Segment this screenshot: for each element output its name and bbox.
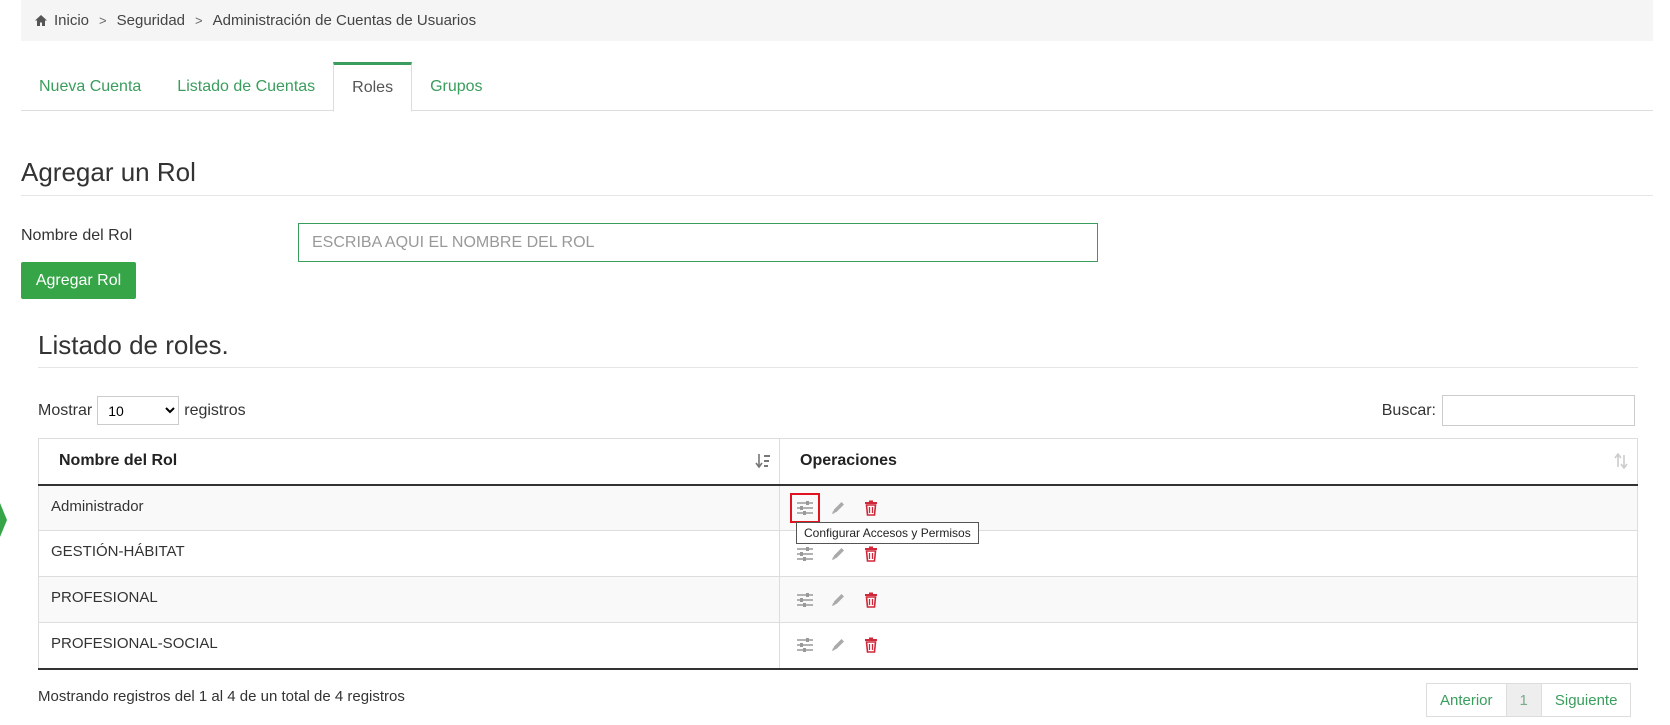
search-input[interactable] bbox=[1442, 395, 1635, 426]
search-label: Buscar: bbox=[1381, 401, 1436, 419]
operations-cell bbox=[779, 576, 1638, 623]
breadcrumb-separator-icon: > bbox=[195, 13, 203, 28]
role-name-cell: GESTIÓN-HÁBITAT bbox=[38, 530, 780, 577]
sort-icon bbox=[1613, 452, 1629, 474]
table-summary: Mostrando registros del 1 al 4 de un tot… bbox=[38, 688, 405, 705]
show-label: Mostrar bbox=[38, 401, 93, 419]
sliders-icon[interactable] bbox=[790, 492, 820, 523]
trash-icon[interactable] bbox=[860, 589, 882, 611]
page-size-select[interactable]: 10 bbox=[97, 396, 180, 425]
breadcrumb-separator-icon: > bbox=[99, 13, 107, 28]
table-row: PROFESIONAL-SOCIAL bbox=[38, 622, 1638, 670]
roles-list-title: Listado de roles. bbox=[38, 330, 1638, 368]
trash-icon[interactable] bbox=[860, 634, 882, 656]
sliders-icon[interactable] bbox=[794, 543, 816, 565]
table-row: PROFESIONAL bbox=[38, 576, 1638, 623]
role-name-cell: PROFESIONAL bbox=[38, 576, 780, 623]
pagination-prev-button[interactable]: Anterior bbox=[1427, 684, 1506, 716]
page-size-control: Mostrar 10 registros bbox=[38, 396, 246, 425]
pencil-icon[interactable] bbox=[827, 634, 849, 656]
pagination-page-1[interactable]: 1 bbox=[1505, 684, 1542, 716]
sliders-icon[interactable] bbox=[794, 634, 816, 656]
pencil-icon[interactable] bbox=[827, 589, 849, 611]
roles-table: Nombre del Rol Operaciones Administrador bbox=[38, 438, 1638, 670]
pagination-next-button[interactable]: Siguiente bbox=[1542, 684, 1631, 716]
records-label: registros bbox=[184, 401, 246, 419]
tab-nueva-cuenta[interactable]: Nueva Cuenta bbox=[21, 62, 159, 111]
breadcrumb-current: Administración de Cuentas de Usuarios bbox=[212, 12, 477, 29]
breadcrumb-section[interactable]: Seguridad bbox=[117, 12, 185, 29]
trash-icon[interactable] bbox=[860, 543, 882, 565]
sliders-icon[interactable] bbox=[794, 589, 816, 611]
side-indicator-arrow bbox=[0, 503, 7, 537]
role-name-cell: Administrador bbox=[38, 484, 780, 531]
trash-icon[interactable] bbox=[860, 497, 882, 519]
add-role-title: Agregar un Rol bbox=[21, 157, 1653, 196]
sort-alpha-desc-icon bbox=[755, 453, 771, 474]
home-icon bbox=[34, 14, 48, 27]
pagination: Anterior 1 Siguiente bbox=[1426, 683, 1632, 717]
column-header-label: Operaciones bbox=[800, 452, 897, 470]
add-role-button[interactable]: Agregar Rol bbox=[21, 262, 136, 299]
tab-roles[interactable]: Roles bbox=[333, 62, 413, 112]
table-header-row: Nombre del Rol Operaciones bbox=[38, 438, 1638, 486]
tab-listado-cuentas[interactable]: Listado de Cuentas bbox=[159, 62, 333, 111]
search-control: Buscar: bbox=[1382, 395, 1635, 426]
breadcrumb: Inicio > Seguridad > Administración de C… bbox=[21, 0, 1653, 41]
column-header-label: Nombre del Rol bbox=[59, 452, 178, 470]
operations-cell bbox=[779, 622, 1638, 670]
tab-grupos[interactable]: Grupos bbox=[412, 62, 500, 111]
role-name-label: Nombre del Rol bbox=[21, 227, 133, 244]
breadcrumb-home[interactable]: Inicio bbox=[54, 12, 89, 29]
role-name-cell: PROFESIONAL-SOCIAL bbox=[38, 622, 780, 670]
column-header-role-name[interactable]: Nombre del Rol bbox=[38, 438, 780, 486]
tab-bar: Nueva Cuenta Listado de Cuentas Roles Gr… bbox=[21, 62, 1653, 112]
role-name-input[interactable] bbox=[298, 223, 1098, 262]
pencil-icon[interactable] bbox=[827, 497, 849, 519]
pencil-icon[interactable] bbox=[827, 543, 849, 565]
column-header-operations[interactable]: Operaciones bbox=[779, 438, 1638, 486]
tooltip: Configurar Accesos y Permisos bbox=[796, 522, 979, 544]
